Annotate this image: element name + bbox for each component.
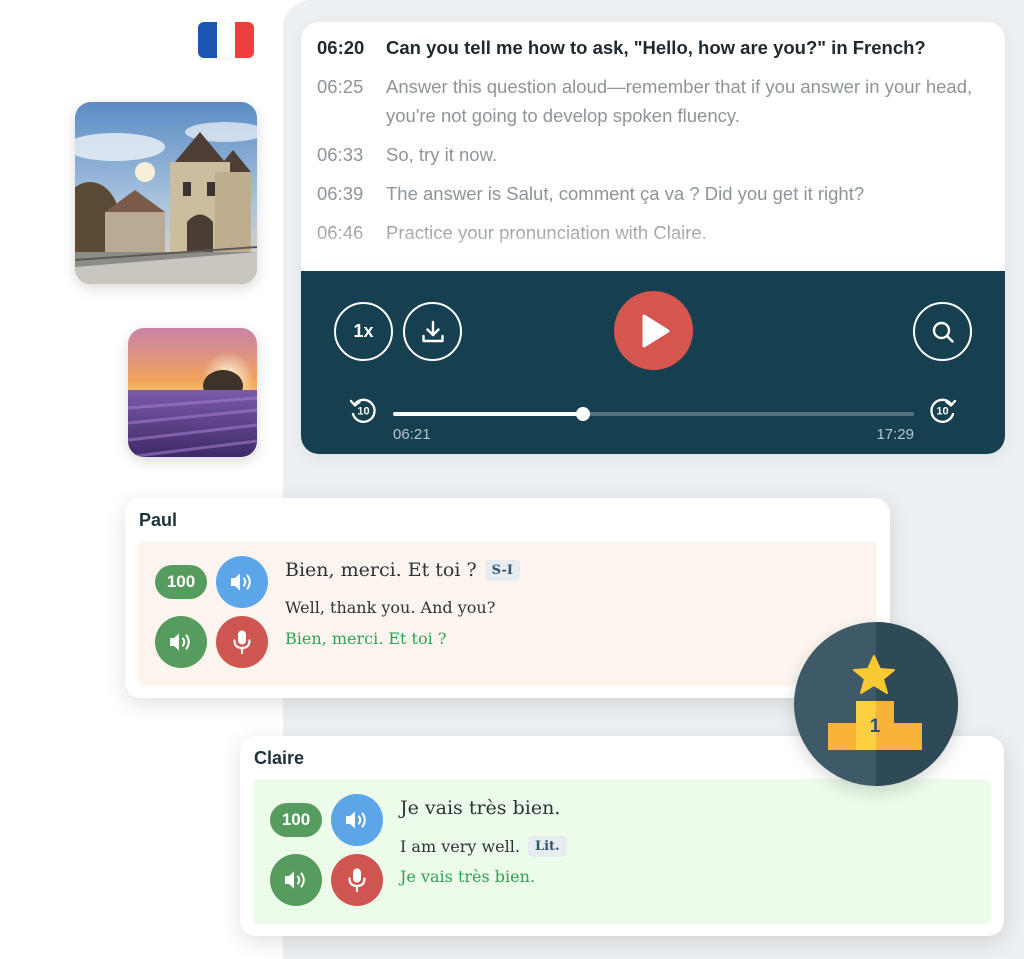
transcript-line[interactable]: 06:25 Answer this question aloud—remember… [317,72,987,130]
total-time: 17:29 [876,426,914,443]
transcript-timestamp: 06:20 [317,37,365,58]
translation-english: Well, thank you. And you? [285,598,496,617]
speaker-name: Claire [254,748,305,768]
translation-text: Well, thank you. And you? [285,598,495,617]
microphone-icon [348,868,366,893]
skip-back-10-icon[interactable]: 10 [348,395,378,425]
flag-stripe-blue [198,22,217,58]
phrase-tag[interactable]: S-I [484,559,521,581]
skip-back-label: 10 [357,406,369,418]
transcript-line[interactable]: 06:33 So, try it now. [317,140,987,169]
playback-speed-label: 1x [353,321,374,341]
transcript-timestamp: 06:39 [317,183,364,204]
lavender-field-photo [128,328,257,457]
castle-photo [75,102,257,284]
search-button[interactable] [913,302,972,361]
speaker-icon [231,573,251,591]
speaker-icon [285,871,305,889]
transcript-text: The answer is Salut, comment ça va ? Did… [386,183,865,204]
transcript-timestamp: 06:25 [317,76,364,97]
flag-stripe-white [216,22,236,58]
progress-handle[interactable] [575,407,590,421]
phrase-text: Bien, merci. Et toi ? S-I [285,559,521,581]
speaker-name: Paul [139,510,178,530]
player-controls: 1x 10 10 06:21 17:29 [301,271,1005,454]
audio-player-card: 06:20 Can you tell me how to ask, "Hello,… [301,22,1005,454]
microphone-icon [233,630,251,655]
transcript-text: Answer this question aloud—remember that… [386,76,973,126]
listen-recording-button[interactable] [155,616,207,668]
speaker-icon [346,811,366,829]
transcript-line[interactable]: 06:39 The answer is Salut, comment ça va … [317,179,987,208]
listen-native-button[interactable] [216,556,268,608]
phrase-text: Je vais très bien. [400,797,560,819]
progress-track[interactable] [393,407,914,421]
flag-stripe-red [235,22,254,58]
score-badge: 100 [270,803,322,837]
dialogue-line: 100 Je vais très bien. I am very well. L… [253,779,991,924]
record-button[interactable] [331,854,383,906]
transcript-line[interactable]: 06:20 Can you tell me how to ask, "Hello,… [317,33,987,62]
play-button[interactable] [614,291,693,370]
score-badge: 100 [155,565,207,599]
skip-forward-10-icon[interactable]: 10 [928,395,958,425]
current-time: 06:21 [393,426,431,443]
transcript-text: So, try it now. [386,144,498,165]
transcript-text: Can you tell me how to ask, "Hello, how … [386,37,926,58]
podium-star-icon: 1 [828,622,958,786]
dialogue-card-paul: Paul 100 Bien, merci. Et toi ? S-I Well,… [125,498,890,698]
download-button[interactable] [403,302,462,361]
award-badge: 1 [794,622,958,786]
record-button[interactable] [216,616,268,668]
recognized-speech: Bien, merci. Et toi ? [285,629,447,648]
transcript-fade [301,222,1005,271]
recognized-speech: Je vais très bien. [400,867,536,886]
phrase-french: Je vais très bien. [400,797,561,819]
transcript-timestamp: 06:33 [317,144,364,165]
search-icon [932,321,954,343]
playback-speed-button[interactable]: 1x [334,302,393,361]
phrase-french: Bien, merci. Et toi ? [285,559,477,581]
dialogue-line: 100 Bien, merci. Et toi ? S-I Well, than… [138,541,877,686]
skip-forward-label: 10 [936,406,948,418]
listen-recording-button[interactable] [270,854,322,906]
translation-tag[interactable]: Lit. [527,836,567,857]
download-icon [421,320,444,342]
podium-rank: 1 [870,716,881,737]
translation-text: I am very well. Lit. [400,836,567,857]
translation-english: I am very well. [400,837,520,856]
french-flag-icon [198,22,254,58]
progress-fill [393,412,583,416]
speaker-icon [170,633,190,651]
play-icon [642,314,669,347]
listen-native-button[interactable] [331,794,383,846]
